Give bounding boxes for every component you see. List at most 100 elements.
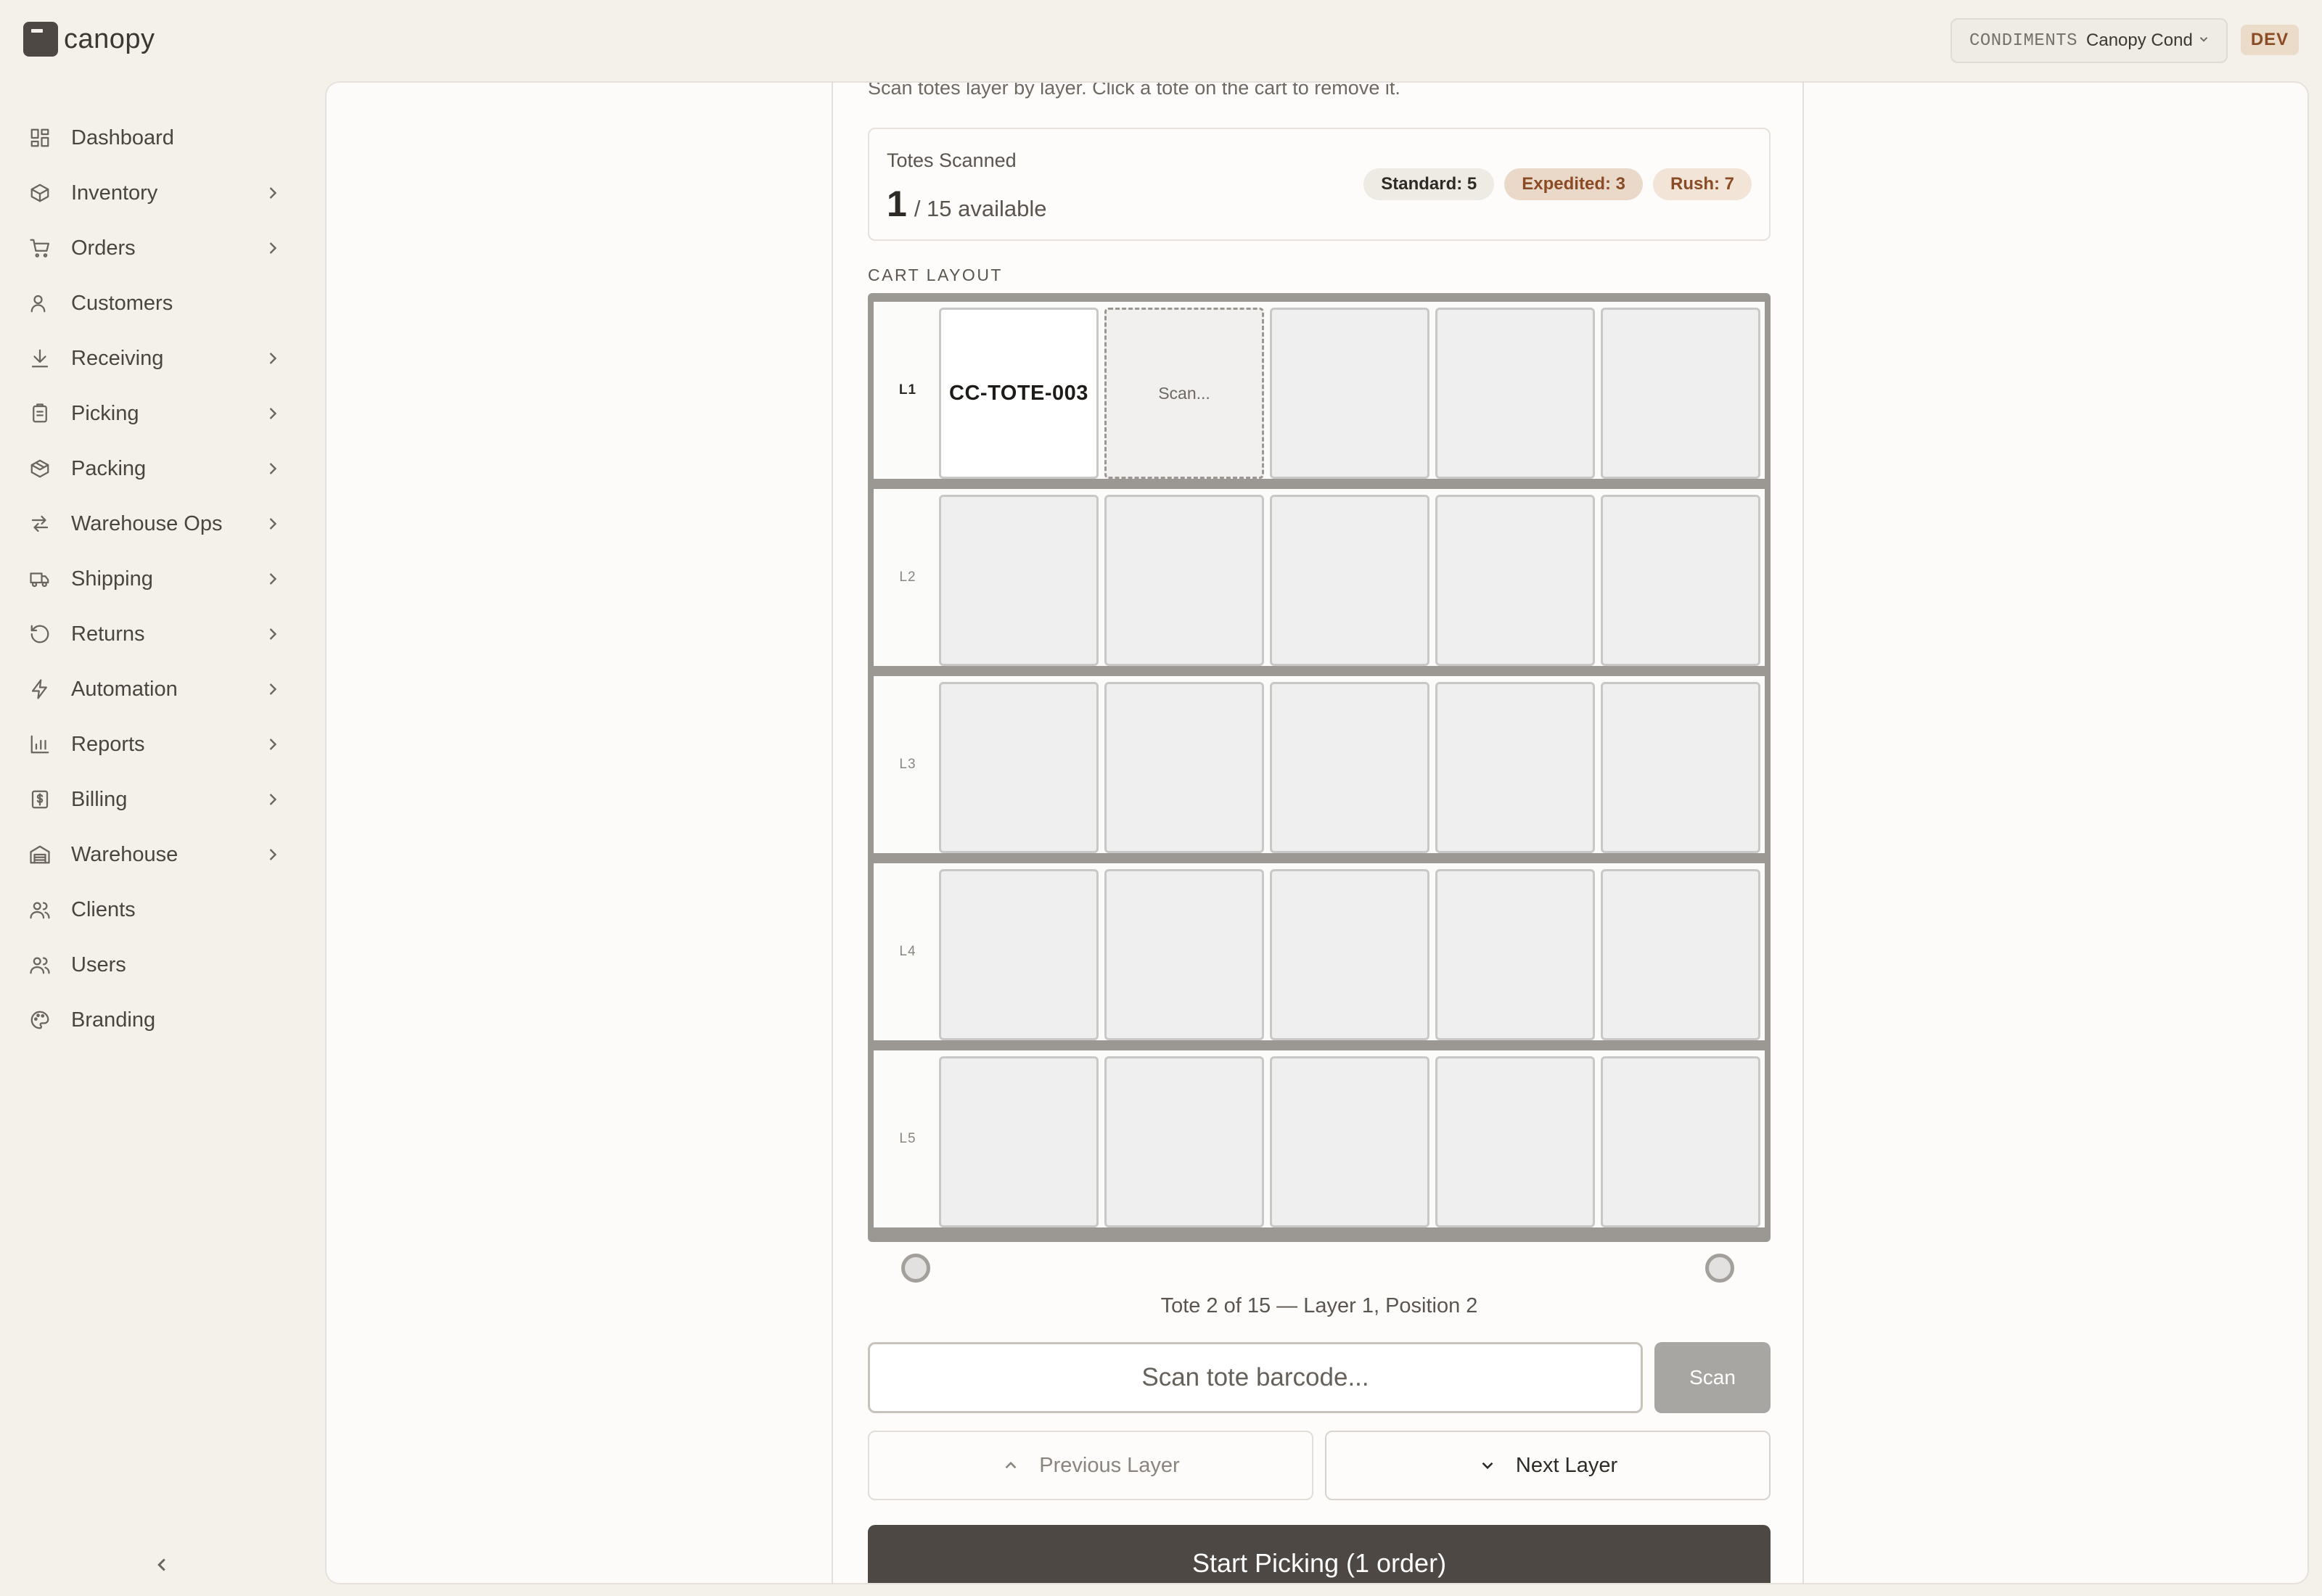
sidebar-item-packing[interactable]: Packing bbox=[15, 445, 305, 492]
tote-slot[interactable] bbox=[1601, 869, 1760, 1040]
tote-slot[interactable] bbox=[1270, 682, 1429, 853]
tote-slot[interactable] bbox=[939, 1056, 1099, 1227]
start-picking-button[interactable]: Start Picking (1 order) bbox=[868, 1525, 1771, 1583]
tote-slot[interactable]: CC-TOTE-003 bbox=[939, 308, 1099, 479]
tenant-selector[interactable]: CONDIMENTS Canopy Cond bbox=[1950, 18, 2228, 63]
chart-icon bbox=[28, 732, 52, 757]
sidebar-item-label: Automation bbox=[71, 677, 178, 701]
sidebar-item-picking[interactable]: Picking bbox=[15, 390, 305, 437]
bolt-icon bbox=[28, 677, 52, 702]
sidebar-item-label: Picking bbox=[71, 401, 139, 425]
chevron-right-icon bbox=[263, 514, 283, 534]
dashboard-icon bbox=[28, 126, 52, 150]
cart-icon bbox=[28, 236, 52, 260]
chevron-right-icon bbox=[263, 789, 283, 810]
tote-slot[interactable] bbox=[1435, 1056, 1595, 1227]
tote-slot[interactable] bbox=[1601, 308, 1760, 479]
return-icon bbox=[28, 622, 52, 646]
scan-button[interactable]: Scan bbox=[1654, 1342, 1771, 1413]
sidebar-item-label: Customers bbox=[71, 291, 173, 315]
cart-layer: L3 bbox=[874, 676, 1765, 853]
tote-slot[interactable] bbox=[1601, 1056, 1760, 1227]
tote-slot[interactable] bbox=[1601, 495, 1760, 666]
sidebar-item-label: Shipping bbox=[71, 567, 153, 591]
tote-slot[interactable] bbox=[1104, 682, 1264, 853]
chevron-up-icon bbox=[1005, 1461, 1017, 1469]
next-layer-label: Next Layer bbox=[1515, 1453, 1618, 1477]
scan-progress-text: Tote 2 of 15 — Layer 1, Position 2 bbox=[1160, 1294, 1478, 1317]
chevron-right-icon bbox=[263, 348, 283, 369]
tote-slot[interactable] bbox=[1435, 308, 1595, 479]
sidebar-item-dashboard[interactable]: Dashboard bbox=[15, 115, 305, 161]
tote-slot[interactable] bbox=[1104, 869, 1264, 1040]
cart-layer: L1 CC-TOTE-003 Scan... bbox=[874, 302, 1765, 479]
sidebar-item-label: Warehouse bbox=[71, 842, 179, 866]
sidebar: Dashboard Inventory Orders Customers Receivi… bbox=[0, 81, 325, 1596]
sidebar-item-branding[interactable]: Branding bbox=[15, 997, 305, 1043]
sidebar-item-reports[interactable]: Reports bbox=[15, 721, 305, 768]
chevron-right-icon bbox=[263, 569, 283, 589]
collapse-sidebar-icon[interactable] bbox=[151, 1554, 173, 1576]
sidebar-item-shipping[interactable]: Shipping bbox=[15, 556, 305, 602]
chevron-right-icon bbox=[263, 403, 283, 424]
tote-slot[interactable] bbox=[1601, 682, 1760, 853]
sidebar-item-label: Dashboard bbox=[71, 126, 174, 149]
chevron-right-icon bbox=[263, 734, 283, 754]
sidebar-item-returns[interactable]: Returns bbox=[15, 611, 305, 657]
app-logo[interactable]: canopy bbox=[23, 22, 155, 57]
sidebar-item-clients[interactable]: Clients bbox=[15, 887, 305, 933]
tote-slot[interactable] bbox=[1435, 682, 1595, 853]
sidebar-item-orders[interactable]: Orders bbox=[15, 225, 305, 271]
tote-slot[interactable] bbox=[939, 869, 1099, 1040]
sidebar-item-label: Inventory bbox=[71, 181, 158, 205]
sidebar-item-billing[interactable]: Billing bbox=[15, 776, 305, 823]
logo-mark-icon bbox=[23, 22, 58, 57]
box-icon bbox=[28, 181, 52, 205]
sidebar-item-customers[interactable]: Customers bbox=[15, 280, 305, 326]
layer-label: L3 bbox=[899, 757, 916, 772]
tote-slot[interactable] bbox=[1435, 869, 1595, 1040]
truck-icon bbox=[28, 567, 52, 591]
instructions-text: Scan totes layer by layer. Click a tote … bbox=[868, 81, 1400, 99]
cart-layer: L2 bbox=[874, 489, 1765, 666]
sidebar-item-label: Orders bbox=[71, 236, 136, 260]
palette-icon bbox=[28, 1008, 52, 1032]
warehouse-icon bbox=[28, 842, 52, 867]
tote-slot-label: Scan... bbox=[1158, 383, 1210, 403]
next-layer-button[interactable]: Next Layer bbox=[1325, 1431, 1771, 1500]
tote-slot[interactable] bbox=[1270, 1056, 1429, 1227]
layer-label: L2 bbox=[899, 569, 916, 585]
chevron-down-icon bbox=[2197, 31, 2210, 50]
tote-slot[interactable] bbox=[939, 682, 1099, 853]
sidebar-item-warehouse[interactable]: Warehouse bbox=[15, 831, 305, 878]
tote-slot[interactable] bbox=[1104, 495, 1264, 666]
cart-layer: L4 bbox=[874, 863, 1765, 1040]
tote-slot[interactable] bbox=[1270, 308, 1429, 479]
layer-label: L5 bbox=[899, 1131, 916, 1146]
sidebar-item-label: Returns bbox=[71, 622, 145, 646]
sidebar-item-warehouse-ops[interactable]: Warehouse Ops bbox=[15, 501, 305, 547]
chevron-right-icon bbox=[263, 624, 283, 644]
users-icon bbox=[28, 953, 52, 977]
customer-icon bbox=[28, 291, 52, 316]
tote-slot[interactable] bbox=[1270, 495, 1429, 666]
tote-slot[interactable]: Scan... bbox=[1104, 308, 1264, 479]
previous-layer-button[interactable]: Previous Layer bbox=[868, 1431, 1313, 1500]
standard-badge: Standard: 5 bbox=[1363, 168, 1495, 200]
tote-slot[interactable] bbox=[939, 495, 1099, 666]
layer-label: L4 bbox=[899, 944, 916, 959]
arrows-icon bbox=[28, 511, 52, 536]
top-bar: canopy CONDIMENTS Canopy Cond DEV bbox=[0, 0, 2322, 81]
sidebar-item-users[interactable]: Users bbox=[15, 942, 305, 988]
sidebar-item-automation[interactable]: Automation bbox=[15, 666, 305, 712]
tote-barcode-input[interactable] bbox=[868, 1342, 1643, 1413]
available-count: / 15 available bbox=[914, 196, 1047, 221]
tote-slot[interactable] bbox=[1435, 495, 1595, 666]
tote-slot[interactable] bbox=[1104, 1056, 1264, 1227]
sidebar-item-label: Clients bbox=[71, 897, 136, 921]
sidebar-item-inventory[interactable]: Inventory bbox=[15, 170, 305, 216]
tote-slot[interactable] bbox=[1270, 869, 1429, 1040]
sidebar-item-label: Users bbox=[71, 953, 126, 976]
cart-layout: L1 CC-TOTE-003 Scan... L2 L3 L4 L5 bbox=[868, 293, 1771, 1242]
sidebar-item-receiving[interactable]: Receiving bbox=[15, 335, 305, 382]
